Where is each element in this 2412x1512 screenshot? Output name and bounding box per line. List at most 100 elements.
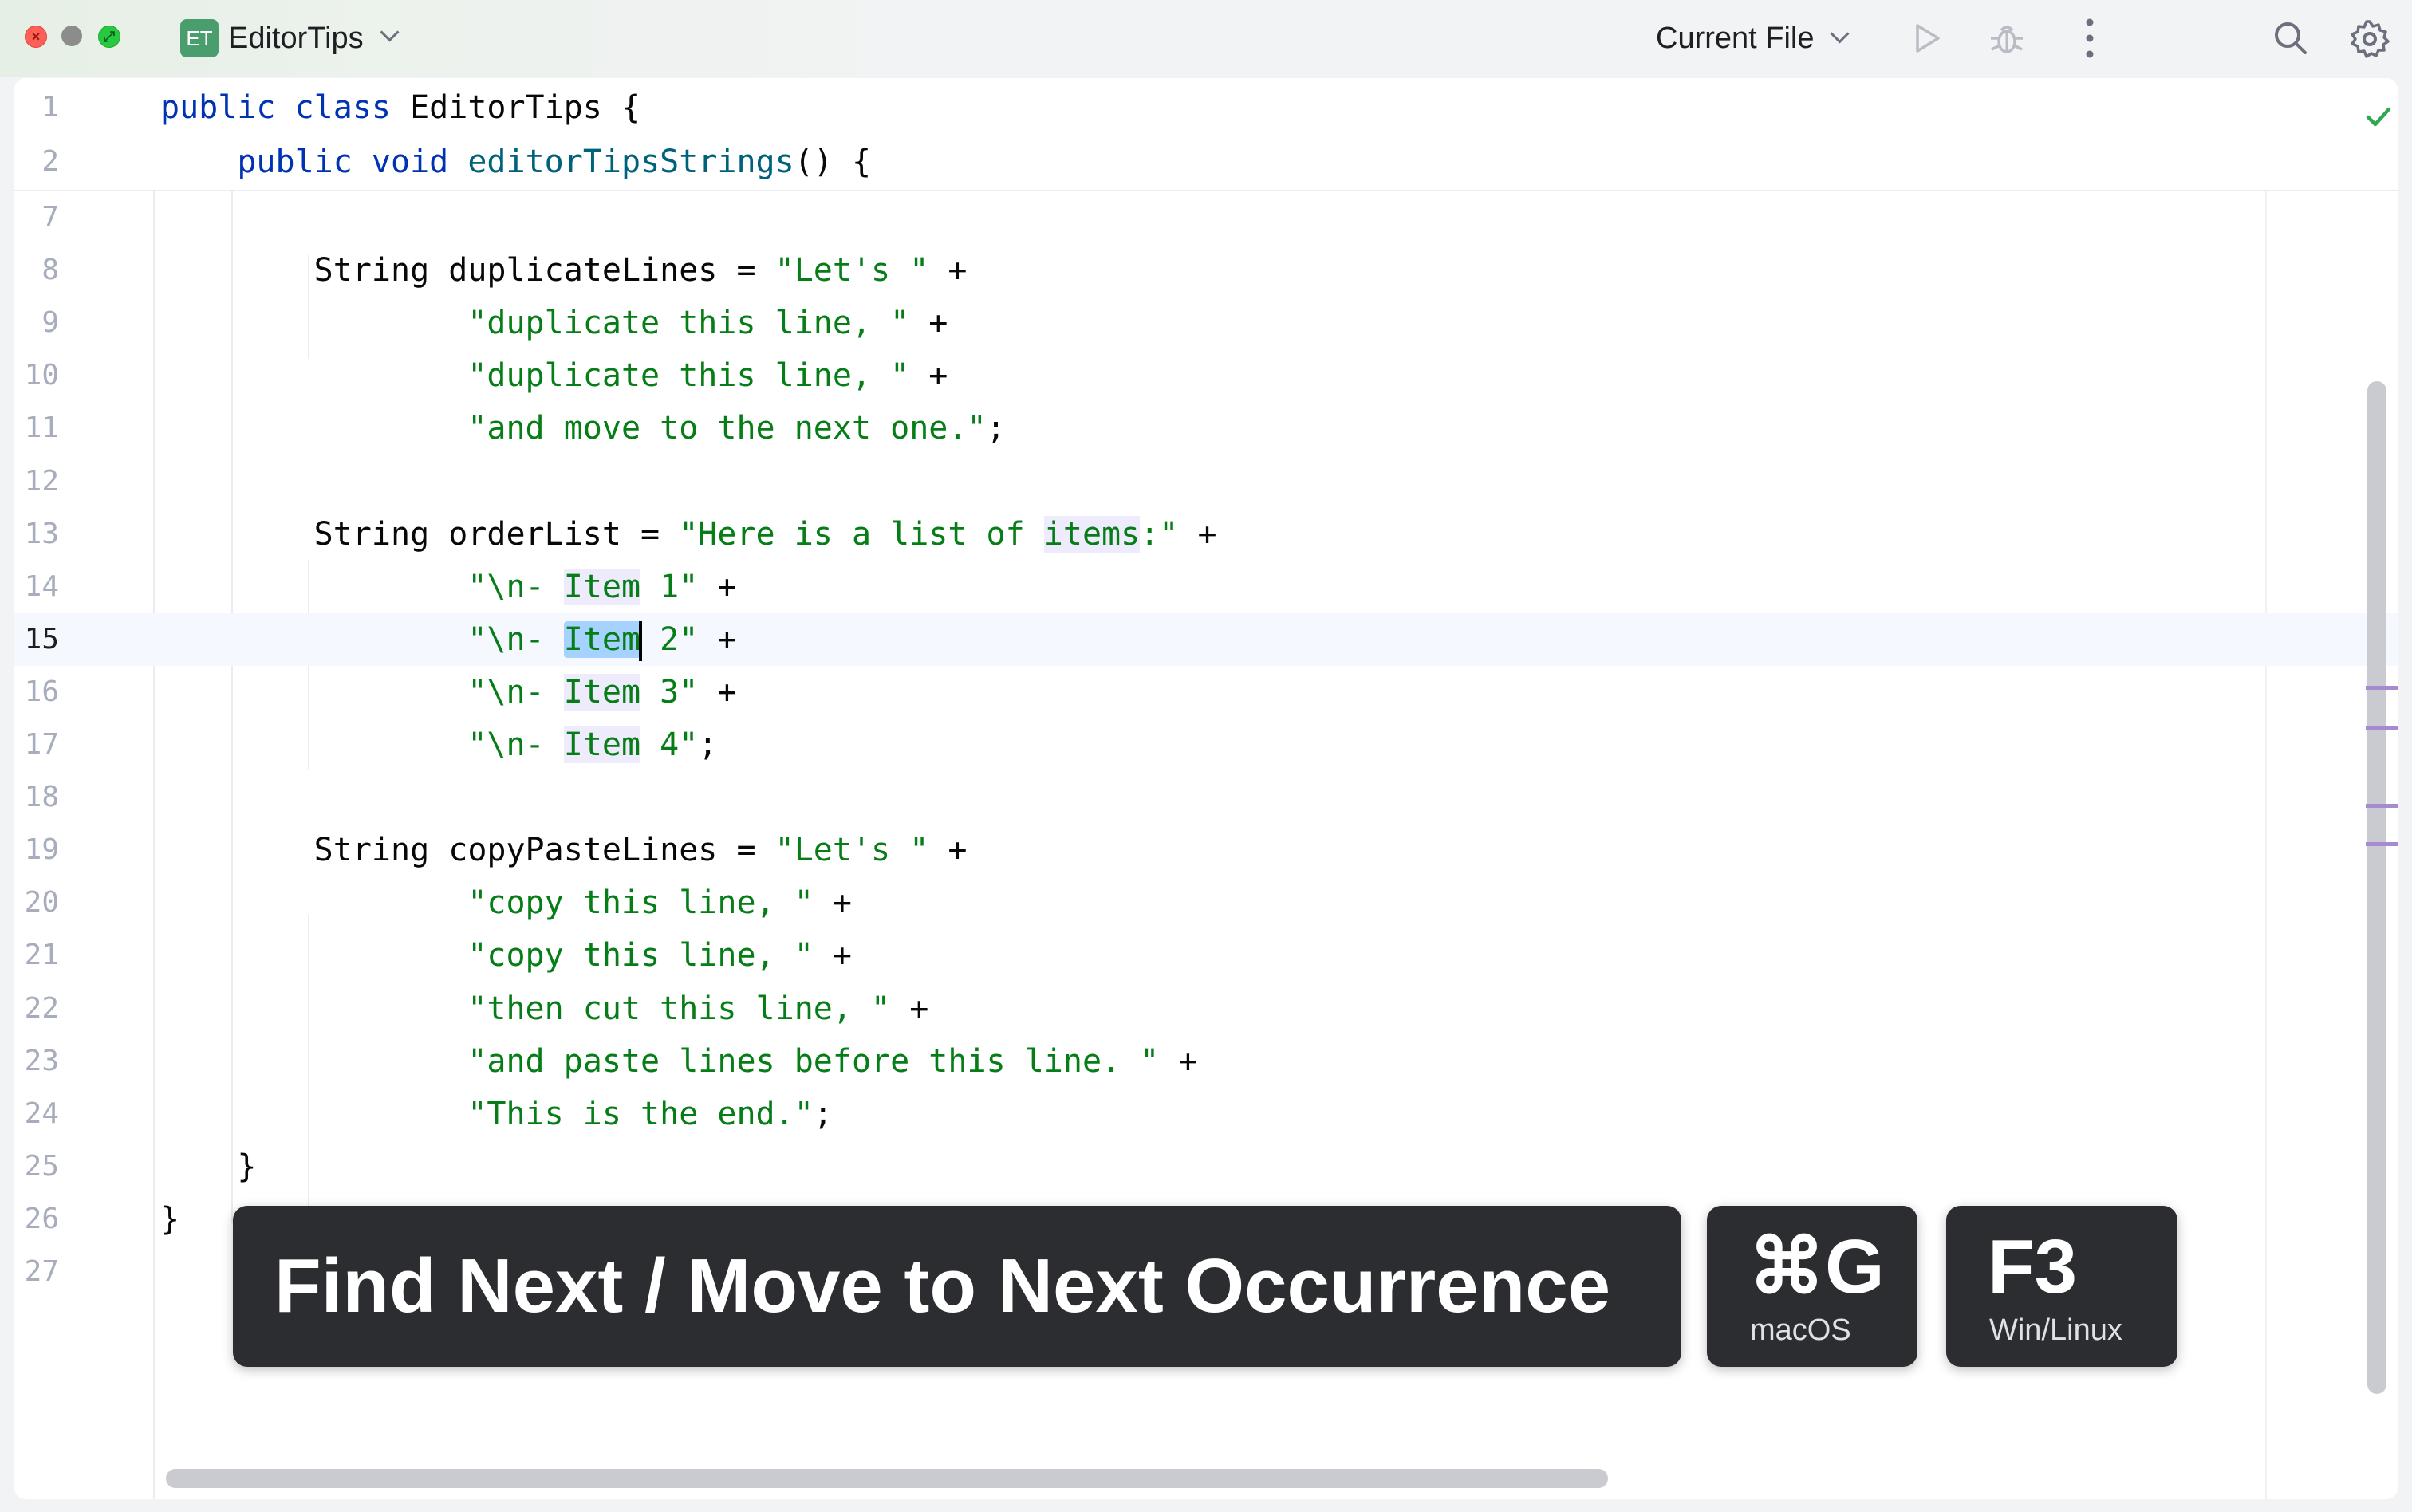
code-text[interactable]: "\n- Item 1" + [160,561,736,613]
code-token: "\n- [467,569,564,605]
zoom-window-icon[interactable]: ⤢ [98,26,120,48]
more-vertical-icon[interactable] [2074,16,2106,61]
code-token: + [909,305,948,341]
line-number: 12 [24,465,59,498]
code-text[interactable]: "and move to the next one."; [160,402,1006,455]
code-text[interactable]: String duplicateLines = "Let's " + [160,244,968,297]
code-token: + [909,357,948,394]
check-icon[interactable] [2363,100,2394,132]
code-line[interactable]: 10 "duplicate this line, " + [14,349,2398,402]
code-line[interactable]: 1 public class EditorTips { [14,81,2398,134]
line-number: 10 [24,359,59,392]
code-line[interactable]: 23 "and paste lines before this line. " … [14,1035,2398,1088]
code-line[interactable]: 21 "copy this line, " + [14,929,2398,982]
code-text[interactable]: "\n- Item 3" + [160,666,736,719]
code-text[interactable]: "\n- Item 4"; [160,719,717,771]
code-token: ; [698,726,718,763]
code-token: 3" [640,674,699,711]
highlighted-occurrence: Item [563,726,641,763]
code-text[interactable]: } [160,1193,179,1246]
code-text[interactable]: "copy this line, " + [160,929,852,982]
code-token: 2" [640,621,699,658]
code-text[interactable]: String copyPasteLines = "Let's " + [160,824,968,876]
code-line[interactable]: 14 "\n- Item 1" + [14,561,2398,613]
code-token: () { [794,144,872,180]
code-token: + [813,884,852,921]
code-text[interactable]: } [160,1140,256,1193]
code-line[interactable]: 12 [14,455,2398,508]
run-icon[interactable] [1910,21,1945,56]
line-number: 27 [24,1255,59,1288]
code-token: } [160,1201,180,1238]
shortcut-action-label: Find Next / Move to Next Occurrence [274,1243,1611,1329]
code-token: :" [1140,516,1179,553]
highlighted-occurrence: Item [563,569,641,605]
shortcut-key-macos: ⌘G macOS [1707,1206,1917,1367]
code-line[interactable]: 19 String copyPasteLines = "Let's " + [14,824,2398,876]
code-text[interactable]: "copy this line, " + [160,876,852,929]
debug-icon[interactable] [1988,19,2026,57]
occurrence-marker[interactable] [2366,686,2398,690]
code-line[interactable]: 16 "\n- Item 3" + [14,666,2398,719]
code-token: + [698,674,737,711]
code-line[interactable]: 9 "duplicate this line, " + [14,297,2398,349]
project-badge[interactable]: ET [180,19,219,57]
occurrence-marker[interactable] [2366,726,2398,730]
minimize-window-icon[interactable] [61,26,82,46]
code-text[interactable]: "This is the end."; [160,1088,833,1140]
code-token: 1" [640,569,699,605]
project-name[interactable]: EditorTips [228,16,364,61]
line-number: 15 [24,623,59,656]
code-line[interactable]: 15 "\n- Item 2" + [14,613,2398,666]
highlighted-occurrence: items [1043,516,1141,553]
line-number: 24 [24,1097,59,1130]
code-text[interactable]: "\n- Item 2" + [160,613,736,666]
line-number: 18 [24,781,59,813]
code-text[interactable]: "duplicate this line, " + [160,349,948,402]
chevron-down-icon[interactable] [1830,24,1850,44]
search-icon[interactable] [2270,18,2312,59]
code-line[interactable]: 13 String orderList = "Here is a list of… [14,508,2398,561]
run-config-selector[interactable]: Current File [1656,16,1815,61]
code-token: + [928,832,968,868]
code-text[interactable]: String orderList = "Here is a list of it… [160,508,1217,561]
occurrence-marker[interactable] [2366,842,2398,846]
line-number: 11 [24,411,59,444]
chevron-down-icon[interactable] [380,22,400,42]
code-token: + [928,252,968,289]
close-window-icon[interactable]: × [25,26,47,48]
code-token: String orderList = [160,516,680,553]
code-line[interactable]: 24 "This is the end."; [14,1088,2398,1140]
code-line[interactable]: 8 String duplicateLines = "Let's " + [14,244,2398,297]
code-text[interactable]: public class EditorTips { [160,81,640,134]
code-line[interactable]: 2 public void editorTipsStrings() { [14,136,2398,188]
code-token: "copy this line, " [467,884,814,921]
code-text[interactable]: "and paste lines before this line. " + [160,1035,1197,1088]
code-line[interactable]: 17 "\n- Item 4"; [14,719,2398,771]
code-line[interactable]: 11 "and move to the next one."; [14,402,2398,455]
gear-icon[interactable] [2348,18,2391,61]
line-number: 25 [24,1150,59,1183]
code-line[interactable]: 25 } [14,1140,2398,1193]
code-line[interactable]: 22 "then cut this line, " + [14,982,2398,1035]
code-line[interactable]: 7 [14,191,2398,244]
code-token: "Let's " [774,252,929,289]
vertical-scrollbar[interactable] [2367,381,2386,1394]
code-text[interactable]: "then cut this line, " + [160,982,928,1035]
code-text[interactable]: "duplicate this line, " + [160,297,948,349]
code-line[interactable]: 18 [14,771,2398,824]
line-number: 13 [24,518,59,550]
horizontal-scrollbar[interactable] [166,1469,1608,1488]
code-token: ; [986,410,1006,447]
code-text[interactable]: public void editorTipsStrings() { [160,136,871,188]
occurrence-marker[interactable] [2366,804,2398,808]
code-line[interactable]: 20 "copy this line, " + [14,876,2398,929]
